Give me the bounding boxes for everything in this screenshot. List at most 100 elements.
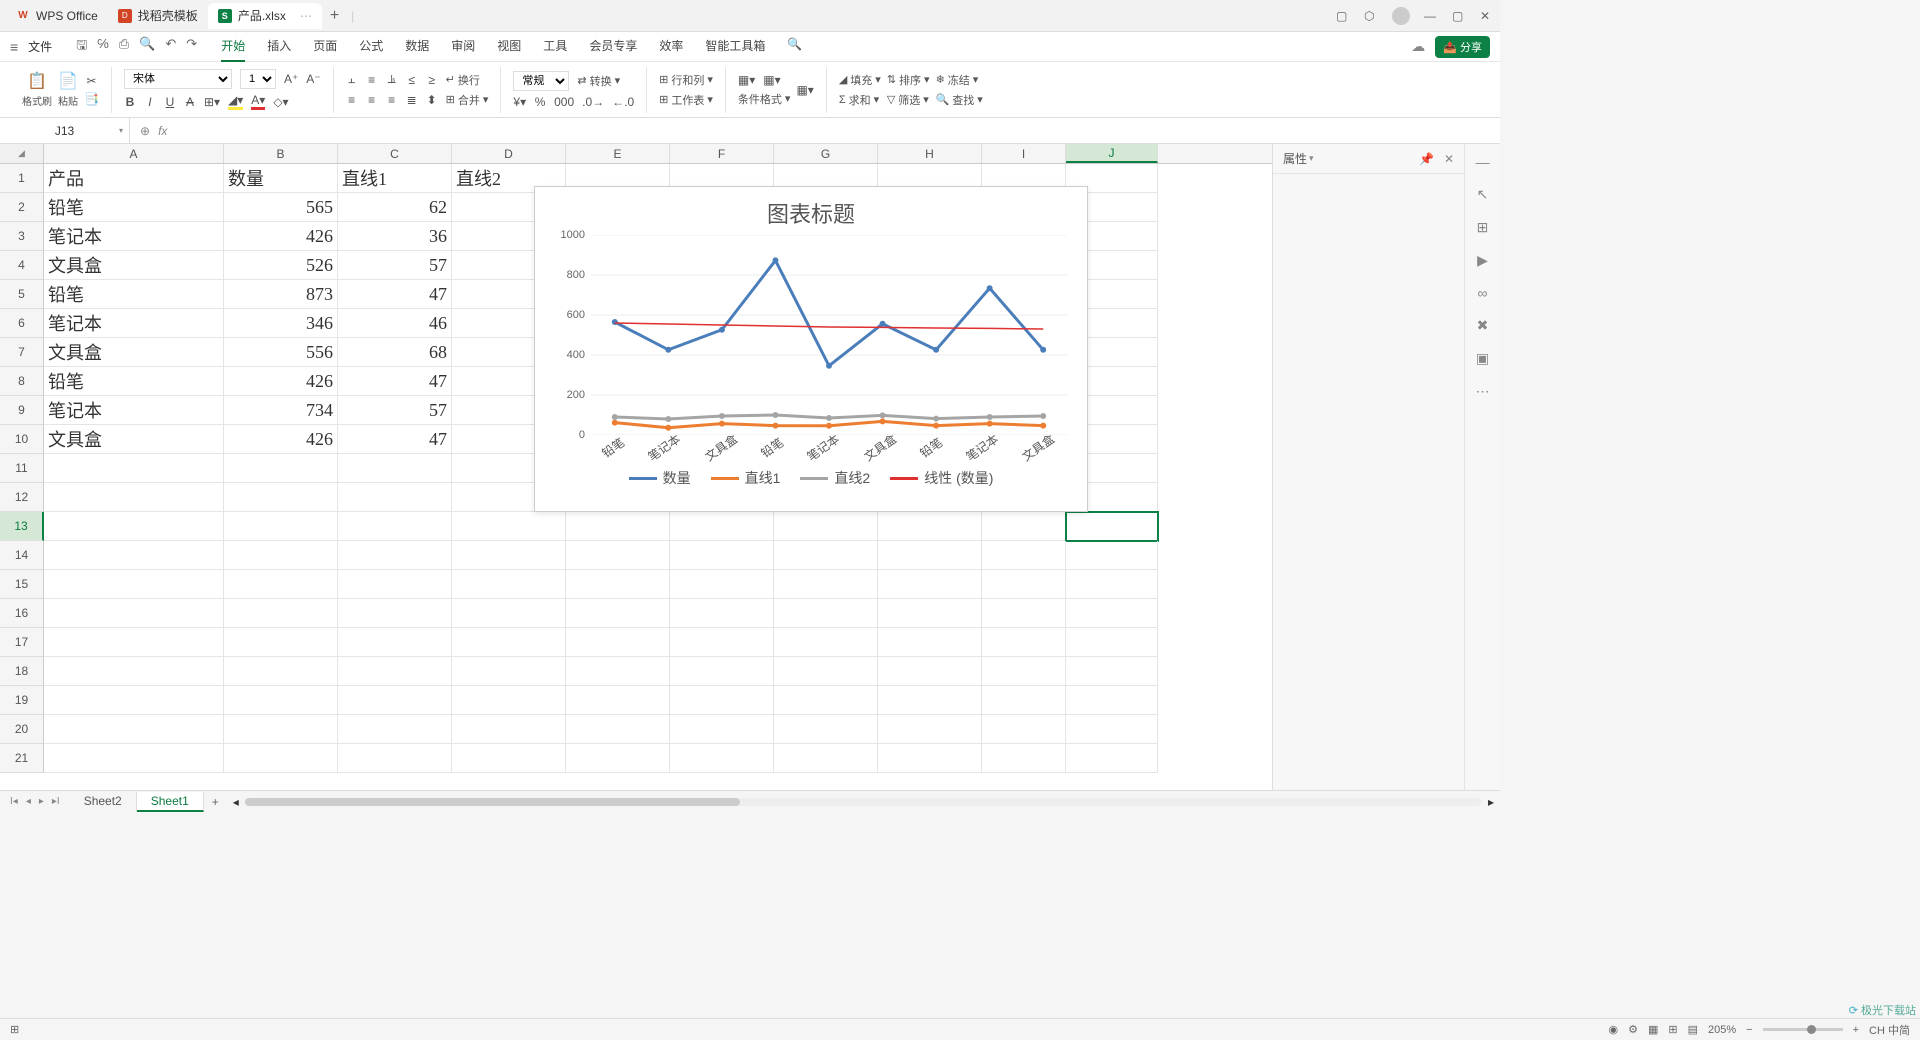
cell[interactable] (982, 628, 1066, 657)
cell[interactable]: 57 (338, 251, 452, 280)
cell[interactable] (1066, 657, 1158, 686)
pin-icon[interactable]: 📌 (1419, 152, 1434, 166)
wrap-button[interactable]: ↵换行 (446, 72, 480, 88)
cell[interactable] (338, 599, 452, 628)
cell[interactable] (982, 657, 1066, 686)
col-header-A[interactable]: A (44, 144, 224, 163)
align-bottom-icon[interactable]: ⫡ (386, 72, 398, 87)
format-painter-button[interactable]: 📋格式刷 (22, 71, 52, 108)
view-page-icon[interactable]: ⊞ (1668, 1023, 1677, 1036)
row-header[interactable]: 3 (0, 222, 44, 251)
app-icon-1[interactable]: ▢ (1336, 9, 1350, 23)
fill-color-icon[interactable]: ◢▾ (228, 93, 243, 110)
tab-insert[interactable]: 插入 (267, 31, 291, 62)
comma-icon[interactable]: 000 (554, 95, 574, 109)
row-header[interactable]: 5 (0, 280, 44, 309)
share-button[interactable]: 📤 分享 (1435, 36, 1490, 58)
preview-icon[interactable]: 🔍 (139, 36, 155, 58)
cell[interactable] (774, 599, 878, 628)
cell[interactable] (566, 657, 670, 686)
app-icon-2[interactable]: ⬡ (1364, 9, 1378, 23)
cell[interactable] (774, 715, 878, 744)
tab-start[interactable]: 开始 (221, 31, 245, 62)
cell[interactable] (670, 715, 774, 744)
cell[interactable] (452, 657, 566, 686)
align-left-icon[interactable]: ≡ (346, 93, 358, 107)
cell[interactable]: 734 (224, 396, 338, 425)
cell[interactable] (878, 657, 982, 686)
cell[interactable] (670, 599, 774, 628)
cell[interactable] (224, 628, 338, 657)
cell[interactable] (338, 454, 452, 483)
font-name-select[interactable]: 宋体 (124, 69, 232, 89)
cell[interactable] (44, 512, 224, 541)
cell[interactable]: 36 (338, 222, 452, 251)
strip-minus-icon[interactable]: — (1476, 154, 1490, 170)
tab-add[interactable]: + (322, 7, 347, 25)
cell[interactable] (982, 570, 1066, 599)
search-icon[interactable]: 🔍 (787, 31, 802, 62)
zoom-slider[interactable] (1763, 1028, 1843, 1031)
font-color-icon[interactable]: A▾ (251, 93, 265, 110)
increase-font-icon[interactable]: A⁺ (284, 72, 298, 86)
cell[interactable] (452, 686, 566, 715)
cell[interactable] (1066, 512, 1158, 541)
percent-icon[interactable]: % (534, 95, 546, 109)
find-button[interactable]: 🔍查找▾ (936, 92, 983, 108)
cell[interactable] (566, 628, 670, 657)
cell[interactable] (1066, 715, 1158, 744)
cell[interactable] (878, 686, 982, 715)
cell[interactable] (452, 512, 566, 541)
print-icon[interactable]: ⎙ (119, 36, 129, 58)
avatar[interactable] (1392, 7, 1410, 25)
cut-icon[interactable]: ✂ (84, 74, 99, 88)
fx-zoom-icon[interactable]: ⊕ (140, 124, 150, 138)
cell[interactable] (566, 570, 670, 599)
cell[interactable] (452, 744, 566, 773)
cell[interactable] (338, 483, 452, 512)
row-header[interactable]: 13 (0, 512, 44, 541)
cell[interactable] (774, 744, 878, 773)
cell[interactable] (224, 541, 338, 570)
cell[interactable] (44, 715, 224, 744)
row-header[interactable]: 15 (0, 570, 44, 599)
cell[interactable] (338, 657, 452, 686)
minimize-icon[interactable]: — (1424, 9, 1438, 23)
underline-icon[interactable]: U (164, 95, 176, 109)
cell[interactable] (878, 570, 982, 599)
row-header[interactable]: 10 (0, 425, 44, 454)
cell[interactable]: 文具盒 (44, 425, 224, 454)
cell[interactable]: 426 (224, 222, 338, 251)
row-header[interactable]: 16 (0, 599, 44, 628)
cell[interactable]: 556 (224, 338, 338, 367)
cell[interactable]: 426 (224, 425, 338, 454)
fx-icon[interactable]: fx (158, 124, 167, 138)
sheet-tab[interactable]: Sheet2 (70, 792, 137, 812)
align-middle-icon[interactable]: ≡ (366, 73, 378, 87)
cell[interactable] (1066, 541, 1158, 570)
view-eye-icon[interactable]: ◉ (1609, 1023, 1619, 1036)
cell[interactable]: 铅笔 (44, 367, 224, 396)
cell[interactable] (878, 512, 982, 541)
tab-menu-icon[interactable]: ⋯ (300, 9, 312, 23)
col-header-D[interactable]: D (452, 144, 566, 163)
close-icon[interactable]: ✕ (1480, 9, 1494, 23)
cell[interactable] (774, 686, 878, 715)
italic-icon[interactable]: I (144, 95, 156, 109)
row-header[interactable]: 17 (0, 628, 44, 657)
merge-button[interactable]: ⊞合并▾ (446, 92, 489, 108)
tab-review[interactable]: 审阅 (451, 31, 475, 62)
cell[interactable] (224, 657, 338, 686)
strike-icon[interactable]: A (184, 95, 196, 109)
name-box[interactable]: J13 (0, 118, 130, 143)
col-header-C[interactable]: C (338, 144, 452, 163)
cell[interactable] (774, 628, 878, 657)
clear-format-icon[interactable]: ◇▾ (273, 95, 288, 109)
copy-icon[interactable]: 📑 (84, 92, 99, 106)
fill-button[interactable]: ◢填充▾ (839, 72, 881, 88)
cell[interactable]: 文具盒 (44, 338, 224, 367)
cell[interactable] (338, 541, 452, 570)
file-menu[interactable]: 文件 (28, 38, 52, 55)
cell[interactable]: 文具盒 (44, 251, 224, 280)
cell[interactable] (982, 512, 1066, 541)
